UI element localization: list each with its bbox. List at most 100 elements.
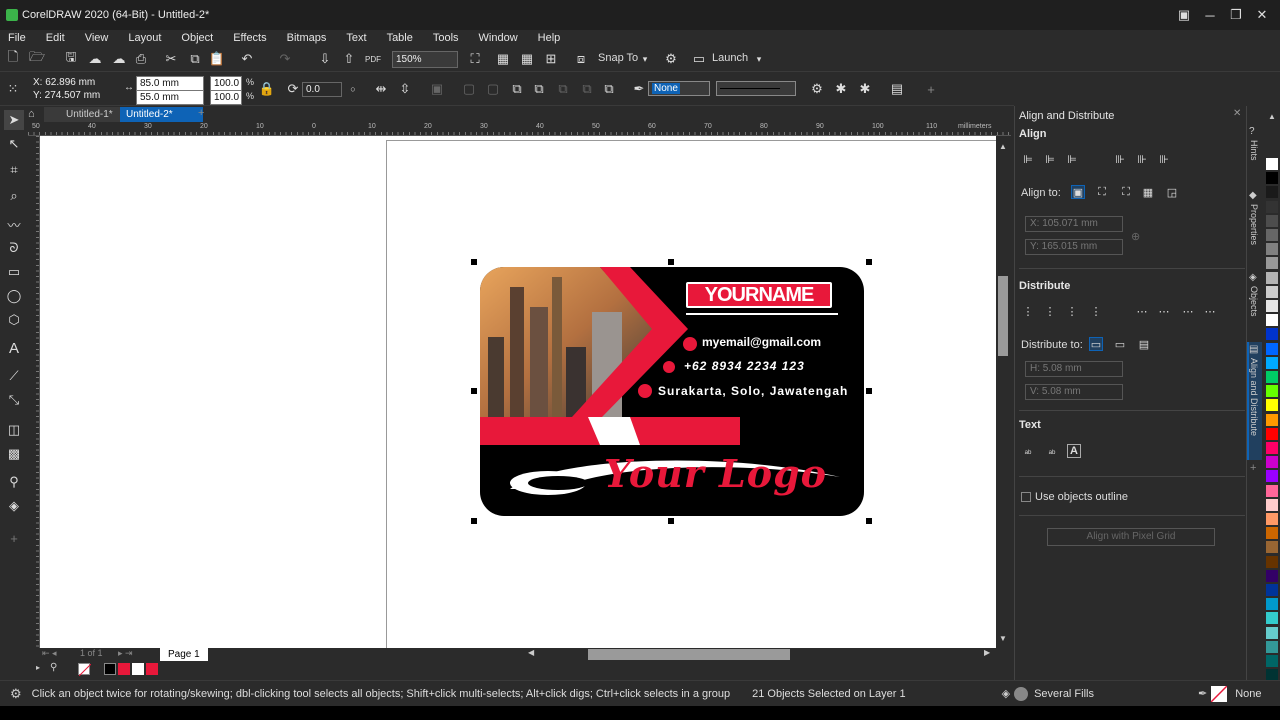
side-tab-hints[interactable]: Hints (1249, 140, 1259, 161)
distribute-h-field[interactable]: H: 5.08 mm (1025, 361, 1123, 377)
distribute-spacing-v-icon[interactable]: ⋯ (1181, 304, 1195, 318)
selection-handle-se[interactable] (866, 518, 872, 524)
palette-swatch[interactable] (1266, 285, 1278, 298)
no-color-swatch[interactable] (78, 663, 92, 677)
palette-swatch[interactable] (1266, 541, 1278, 554)
copy-icon[interactable]: ⧉ (186, 50, 204, 68)
interactive-fill-tool-icon[interactable]: ◈ (4, 496, 24, 516)
ungroup-icon[interactable]: ▢ (460, 80, 478, 98)
scroll-left-icon[interactable]: ◀ (528, 648, 542, 661)
palette-swatch[interactable] (1266, 555, 1278, 568)
tab-untitled-1[interactable]: Untitled-1* (44, 107, 123, 122)
save-icon[interactable]: 🖫 (62, 49, 80, 68)
docker-close-icon[interactable]: ✕ (1233, 108, 1241, 119)
vertical-ruler[interactable] (28, 136, 40, 648)
swatch-red[interactable] (118, 663, 130, 675)
combine-icon[interactable]: ⧉ (508, 80, 526, 98)
palette-swatch[interactable] (1266, 385, 1278, 398)
ungroup-all-icon[interactable]: ▢ (484, 80, 502, 98)
distribute-center-v-icon[interactable]: ⋯ (1157, 304, 1171, 318)
palette-swatch[interactable] (1266, 456, 1278, 469)
align-to-active-objects-icon[interactable]: ▣ (1071, 185, 1085, 199)
palette-swatch[interactable] (1266, 655, 1278, 667)
palette-swatch[interactable] (1266, 243, 1278, 256)
align-y-field[interactable]: Y: 165.015 mm (1025, 239, 1123, 255)
weld-icon[interactable]: ⧉ (530, 80, 548, 98)
status-gear-icon[interactable]: ⚙ (10, 686, 22, 702)
distribute-v-field[interactable]: V: 5.08 mm (1025, 384, 1123, 400)
menu-text[interactable]: Text (346, 32, 366, 44)
distribute-bottom-icon[interactable]: ⋯ (1203, 304, 1217, 318)
palette-scroll-up-icon[interactable]: ▲ (1268, 112, 1276, 121)
cloud-download-icon[interactable]: ☁ (110, 50, 128, 68)
palette-swatch[interactable] (1266, 527, 1278, 540)
object-origin-icon[interactable]: ⁙ (4, 80, 22, 98)
selection-handle-w[interactable] (471, 388, 477, 394)
maximize-button[interactable]: ❐ (1224, 5, 1248, 25)
pdf-icon[interactable]: PDF (364, 50, 382, 68)
palette-swatch[interactable] (1266, 640, 1278, 653)
outline-swatch[interactable] (1210, 684, 1228, 703)
show-rulers-icon[interactable]: ▦ (494, 50, 512, 68)
palette-swatch[interactable] (1266, 356, 1278, 369)
palette-swatch[interactable] (1266, 598, 1278, 611)
palette-swatch[interactable] (1266, 158, 1278, 170)
distribute-top-icon[interactable]: ⋯ (1135, 304, 1149, 318)
selection-handle-s[interactable] (668, 518, 674, 524)
group-icon[interactable]: ▣ (428, 80, 446, 98)
scroll-up-icon[interactable]: ▲ (999, 142, 1007, 151)
palette-swatch[interactable] (1266, 399, 1278, 412)
palette-menu-icon[interactable]: ▸ (36, 663, 40, 672)
menu-window[interactable]: Window (479, 32, 518, 44)
launch-chevron-icon[interactable]: ▾ (750, 50, 768, 68)
rotate-icon[interactable]: ⟳ (284, 80, 302, 98)
shape-tool-icon[interactable]: ↖ (4, 134, 24, 154)
align-left-icon[interactable]: ⊫ (1021, 152, 1035, 166)
home-icon[interactable]: ⌂ (28, 108, 35, 120)
palette-swatch[interactable] (1266, 584, 1278, 596)
wrap-text-icon[interactable]: ⚙ (808, 80, 826, 98)
text-first-baseline-icon[interactable]: ᵃᵇ (1021, 446, 1035, 460)
text-tool-icon[interactable]: A (4, 338, 24, 358)
options-gear-icon[interactable]: ⚙ (662, 50, 680, 68)
selection-handle-ne[interactable] (866, 259, 872, 265)
page-tab-1[interactable]: Page 1 (160, 648, 208, 661)
palette-swatch[interactable] (1266, 484, 1278, 497)
redo-icon[interactable]: ↷ (276, 50, 294, 68)
add-docker-icon[interactable]: + (1250, 462, 1256, 474)
align-x-field[interactable]: X: 105.071 mm (1025, 216, 1123, 232)
ellipse-tool-icon[interactable]: ◯ (4, 286, 24, 306)
launch-icon[interactable]: ▭ (690, 50, 708, 68)
rectangle-tool-icon[interactable]: ▭ (4, 262, 24, 282)
palette-swatch[interactable] (1266, 328, 1278, 341)
distribute-center-h-icon[interactable]: ⋮ (1043, 304, 1057, 318)
height-field[interactable]: 55.0 mm (136, 90, 204, 105)
palette-swatch[interactable] (1266, 427, 1278, 440)
palette-swatch[interactable] (1266, 300, 1278, 312)
menu-table[interactable]: Table (387, 32, 413, 44)
align-right-icon[interactable]: ⊫ (1065, 152, 1079, 166)
page-nav-arrows-right[interactable]: ▸ ⇥ (118, 648, 133, 659)
menu-view[interactable]: View (85, 32, 109, 44)
drawing-canvas[interactable]: YOUR NAME myemail@gmail.com +62 8934 2234… (40, 136, 998, 648)
connector-tool-icon[interactable]: ⤡ (4, 390, 24, 410)
palette-swatch[interactable] (1266, 257, 1278, 270)
swatch-white[interactable] (132, 663, 144, 675)
selection-handle-n[interactable] (668, 259, 674, 265)
new-document-icon[interactable]: 🗋 (4, 49, 22, 68)
undo-icon[interactable]: ↶ (238, 50, 256, 68)
menu-file[interactable]: File (8, 32, 26, 44)
palette-swatch[interactable] (1266, 371, 1278, 383)
open-icon[interactable]: 🗁 (28, 49, 46, 68)
new-tab-icon[interactable]: + (198, 107, 204, 119)
crop-tool-icon[interactable]: ⌗ (4, 160, 24, 180)
selection-handle-sw[interactable] (471, 518, 477, 524)
minimize-button[interactable]: ─ (1198, 5, 1222, 25)
align-top-icon[interactable]: ⊪ (1113, 152, 1127, 166)
side-tab-properties[interactable]: Properties (1249, 204, 1259, 245)
outline-pen-icon[interactable]: ✒ (630, 80, 648, 98)
add-tool-icon[interactable]: + (4, 528, 24, 548)
palette-swatch[interactable] (1266, 214, 1278, 227)
palette-swatch[interactable] (1266, 413, 1278, 426)
intersect-icon[interactable]: ⧉ (578, 80, 596, 98)
